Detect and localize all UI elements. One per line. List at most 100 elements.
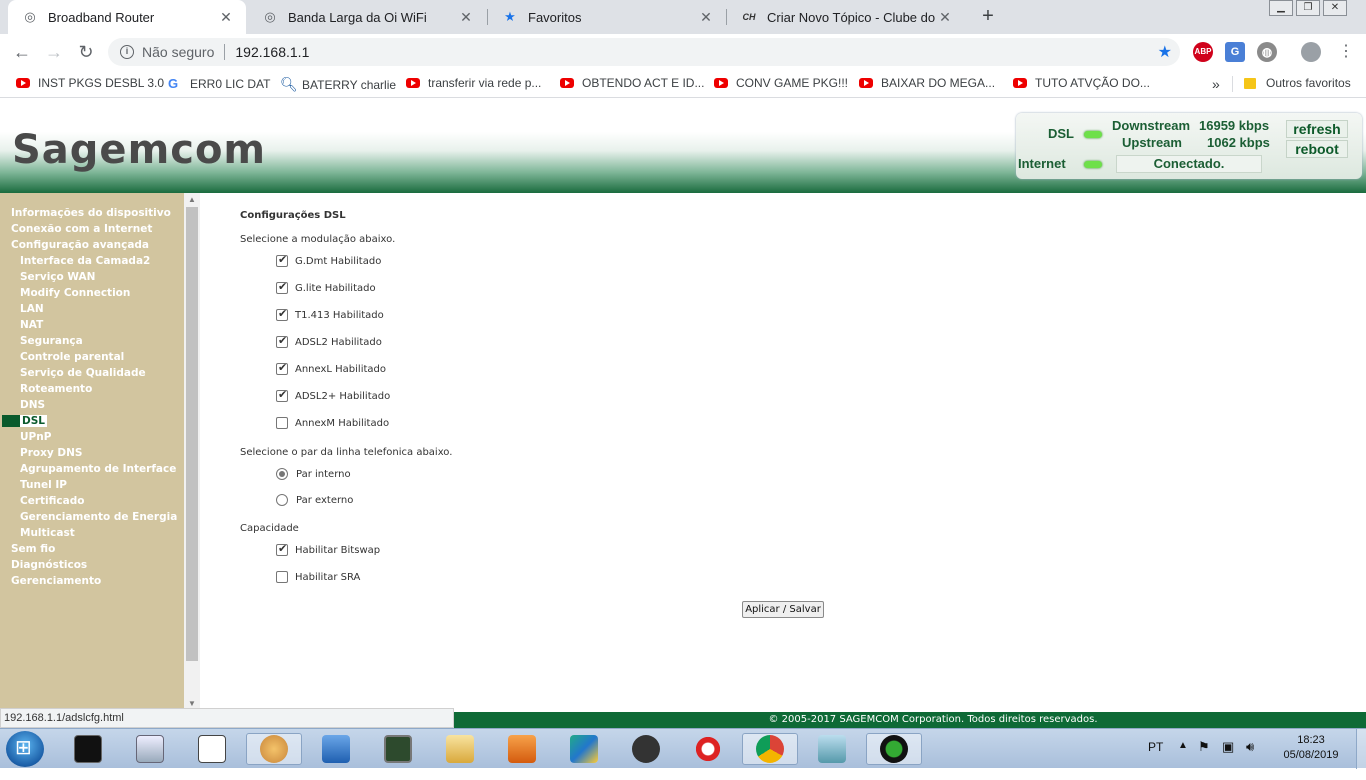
close-icon[interactable]: ✕ — [218, 9, 234, 26]
reload-button[interactable]: ↻ — [74, 40, 98, 64]
menu-item-configuracao-avancada[interactable]: Configuração avançada — [11, 239, 149, 251]
show-desktop-button[interactable] — [1356, 729, 1366, 769]
option-adsl2plus[interactable]: ADSL2+ Habilitado — [276, 388, 390, 402]
menu-item-agrupamento[interactable]: Agrupamento de Interface — [20, 463, 176, 475]
taskbar-calculator[interactable] — [122, 733, 178, 765]
action-center-flag-icon[interactable]: ⚑ — [1198, 739, 1210, 779]
option-par-interno[interactable]: Par interno — [276, 468, 351, 480]
option-bitswap[interactable]: Habilitar Bitswap — [276, 542, 380, 556]
scrollbar-thumb[interactable] — [186, 207, 198, 661]
taskbar-iobit[interactable] — [866, 733, 922, 765]
taskbar-control-panel[interactable] — [804, 733, 860, 765]
menu-item-lan[interactable]: LAN — [20, 303, 44, 315]
bookmark-item[interactable]: INST PKGS DESBL 3.0 — [16, 76, 164, 90]
translate-icon[interactable]: G — [1225, 42, 1245, 62]
menu-item-qualidade[interactable]: Serviço de Qualidade — [20, 367, 146, 379]
bookmark-item[interactable]: transferir via rede p... — [406, 76, 541, 90]
close-icon[interactable]: ✕ — [458, 9, 474, 26]
bookmark-item[interactable]: OBTENDO ACT E ID... — [560, 76, 704, 90]
apply-save-button[interactable]: Aplicar / Salvar — [742, 601, 824, 618]
menu-item-informacoes[interactable]: Informações do dispositivo — [11, 207, 171, 219]
radio-button[interactable] — [276, 494, 288, 506]
menu-scrollbar[interactable]: ▲ ▼ — [184, 193, 200, 712]
close-icon[interactable]: ✕ — [937, 9, 953, 26]
tab-favoritos[interactable]: ★ Favoritos ✕ — [488, 0, 726, 34]
taskbar-ccleaner[interactable] — [680, 733, 736, 765]
bookmark-item[interactable]: TUTO ATVÇÃO DO... — [1013, 76, 1150, 90]
taskbar-cmd[interactable] — [60, 733, 116, 765]
tab-broadband-router[interactable]: ◎ Broadband Router ✕ — [8, 0, 246, 34]
menu-item-diagnosticos[interactable]: Diagnósticos — [11, 559, 87, 571]
option-glite[interactable]: G.lite Habilitado — [276, 280, 376, 294]
taskbar-notepad[interactable] — [184, 733, 240, 765]
option-adsl2[interactable]: ADSL2 Habilitado — [276, 334, 382, 348]
bookmark-star-icon[interactable]: ★ — [1158, 42, 1172, 62]
menu-item-upnp[interactable]: UPnP — [20, 431, 51, 443]
minimize-button[interactable]: ▁ — [1269, 0, 1293, 16]
globe-extension-icon[interactable]: ◍ — [1257, 42, 1277, 62]
menu-item-dns[interactable]: DNS — [20, 399, 45, 411]
menu-item-camada2[interactable]: Interface da Camada2 — [20, 255, 150, 267]
scroll-down-icon[interactable]: ▼ — [188, 699, 196, 708]
volume-icon[interactable]: 🔊︎ — [1246, 739, 1254, 779]
checkbox[interactable] — [276, 253, 288, 267]
adblock-icon[interactable]: ABP — [1193, 42, 1213, 62]
close-icon[interactable]: ✕ — [698, 9, 714, 26]
checkbox[interactable] — [276, 280, 288, 294]
checkbox[interactable] — [276, 334, 288, 348]
menu-item-energia[interactable]: Gerenciamento de Energia — [20, 511, 177, 523]
option-annexm[interactable]: AnnexM Habilitado — [276, 417, 389, 429]
menu-item-conexao[interactable]: Conexão com a Internet — [11, 223, 152, 235]
menu-item-seguranca[interactable]: Segurança — [20, 335, 83, 347]
taskbar-app-tiles[interactable] — [556, 733, 612, 765]
taskbar-chrome[interactable] — [742, 733, 798, 765]
address-bar[interactable]: i Não seguro 192.168.1.1 ★ — [108, 38, 1180, 66]
taskbar-explorer[interactable] — [432, 733, 488, 765]
network-icon[interactable]: ▣ — [1222, 739, 1234, 779]
taskbar-nox[interactable] — [618, 733, 674, 765]
menu-item-servico-wan[interactable]: Serviço WAN — [20, 271, 95, 283]
taskbar-app-blue[interactable] — [308, 733, 364, 765]
language-indicator[interactable]: PT — [1148, 740, 1163, 780]
tab-clube-do-hardware[interactable]: CH Criar Novo Tópico - Clube do Ha ✕ — [727, 0, 965, 34]
menu-item-modify-connection[interactable]: Modify Connection — [20, 287, 130, 299]
option-gdmt[interactable]: G.Dmt Habilitado — [276, 253, 381, 267]
option-sra[interactable]: Habilitar SRA — [276, 571, 360, 583]
checkbox[interactable] — [276, 417, 288, 429]
new-tab-button[interactable]: + — [976, 4, 1000, 28]
more-bookmarks-button[interactable]: » — [1212, 76, 1220, 92]
menu-item-proxy-dns[interactable]: Proxy DNS — [20, 447, 82, 459]
checkbox[interactable] — [276, 388, 288, 402]
back-button[interactable]: ← — [10, 40, 34, 64]
refresh-button[interactable]: refresh — [1286, 120, 1348, 138]
start-button[interactable] — [6, 731, 44, 767]
bookmark-item[interactable]: G ERR0 LIC DAT — [168, 76, 270, 91]
menu-item-roteamento[interactable]: Roteamento — [20, 383, 92, 395]
checkbox[interactable] — [276, 307, 288, 321]
checkbox[interactable] — [276, 361, 288, 375]
reboot-button[interactable]: reboot — [1286, 140, 1348, 158]
menu-item-dsl[interactable]: DSL — [2, 415, 47, 427]
close-window-button[interactable]: ✕ — [1323, 0, 1347, 16]
bookmark-item[interactable]: 🔍︎ BATERRY charlie — [280, 76, 396, 93]
menu-item-controle-parental[interactable]: Controle parental — [20, 351, 124, 363]
bookmark-item[interactable]: CONV GAME PKG!!! — [714, 76, 848, 90]
info-icon[interactable]: i — [120, 45, 134, 59]
tab-banda-larga[interactable]: ◎ Banda Larga da Oi WiFi ✕ — [248, 0, 486, 34]
checkbox[interactable] — [276, 571, 288, 583]
menu-item-nat[interactable]: NAT — [20, 319, 43, 331]
profile-avatar[interactable] — [1301, 42, 1321, 62]
menu-item-tunel-ip[interactable]: Tunel IP — [20, 479, 67, 491]
maximize-button[interactable]: ❐ — [1296, 0, 1320, 16]
checkbox[interactable] — [276, 542, 288, 556]
tray-expand-icon[interactable]: ▲ — [1178, 740, 1188, 780]
system-clock[interactable]: 18:23 05/08/2019 — [1276, 733, 1346, 763]
taskbar-media[interactable] — [494, 733, 550, 765]
taskbar-monitor[interactable] — [370, 733, 426, 765]
bookmark-item[interactable]: BAIXAR DO MEGA... — [859, 76, 995, 90]
menu-kebab-icon[interactable]: ⋮ — [1334, 40, 1358, 64]
menu-item-gerenciamento[interactable]: Gerenciamento — [11, 575, 101, 587]
option-t1413[interactable]: T1.413 Habilitado — [276, 307, 384, 321]
taskbar-paint[interactable] — [246, 733, 302, 765]
other-bookmarks-folder[interactable]: Outros favoritos — [1244, 76, 1351, 90]
